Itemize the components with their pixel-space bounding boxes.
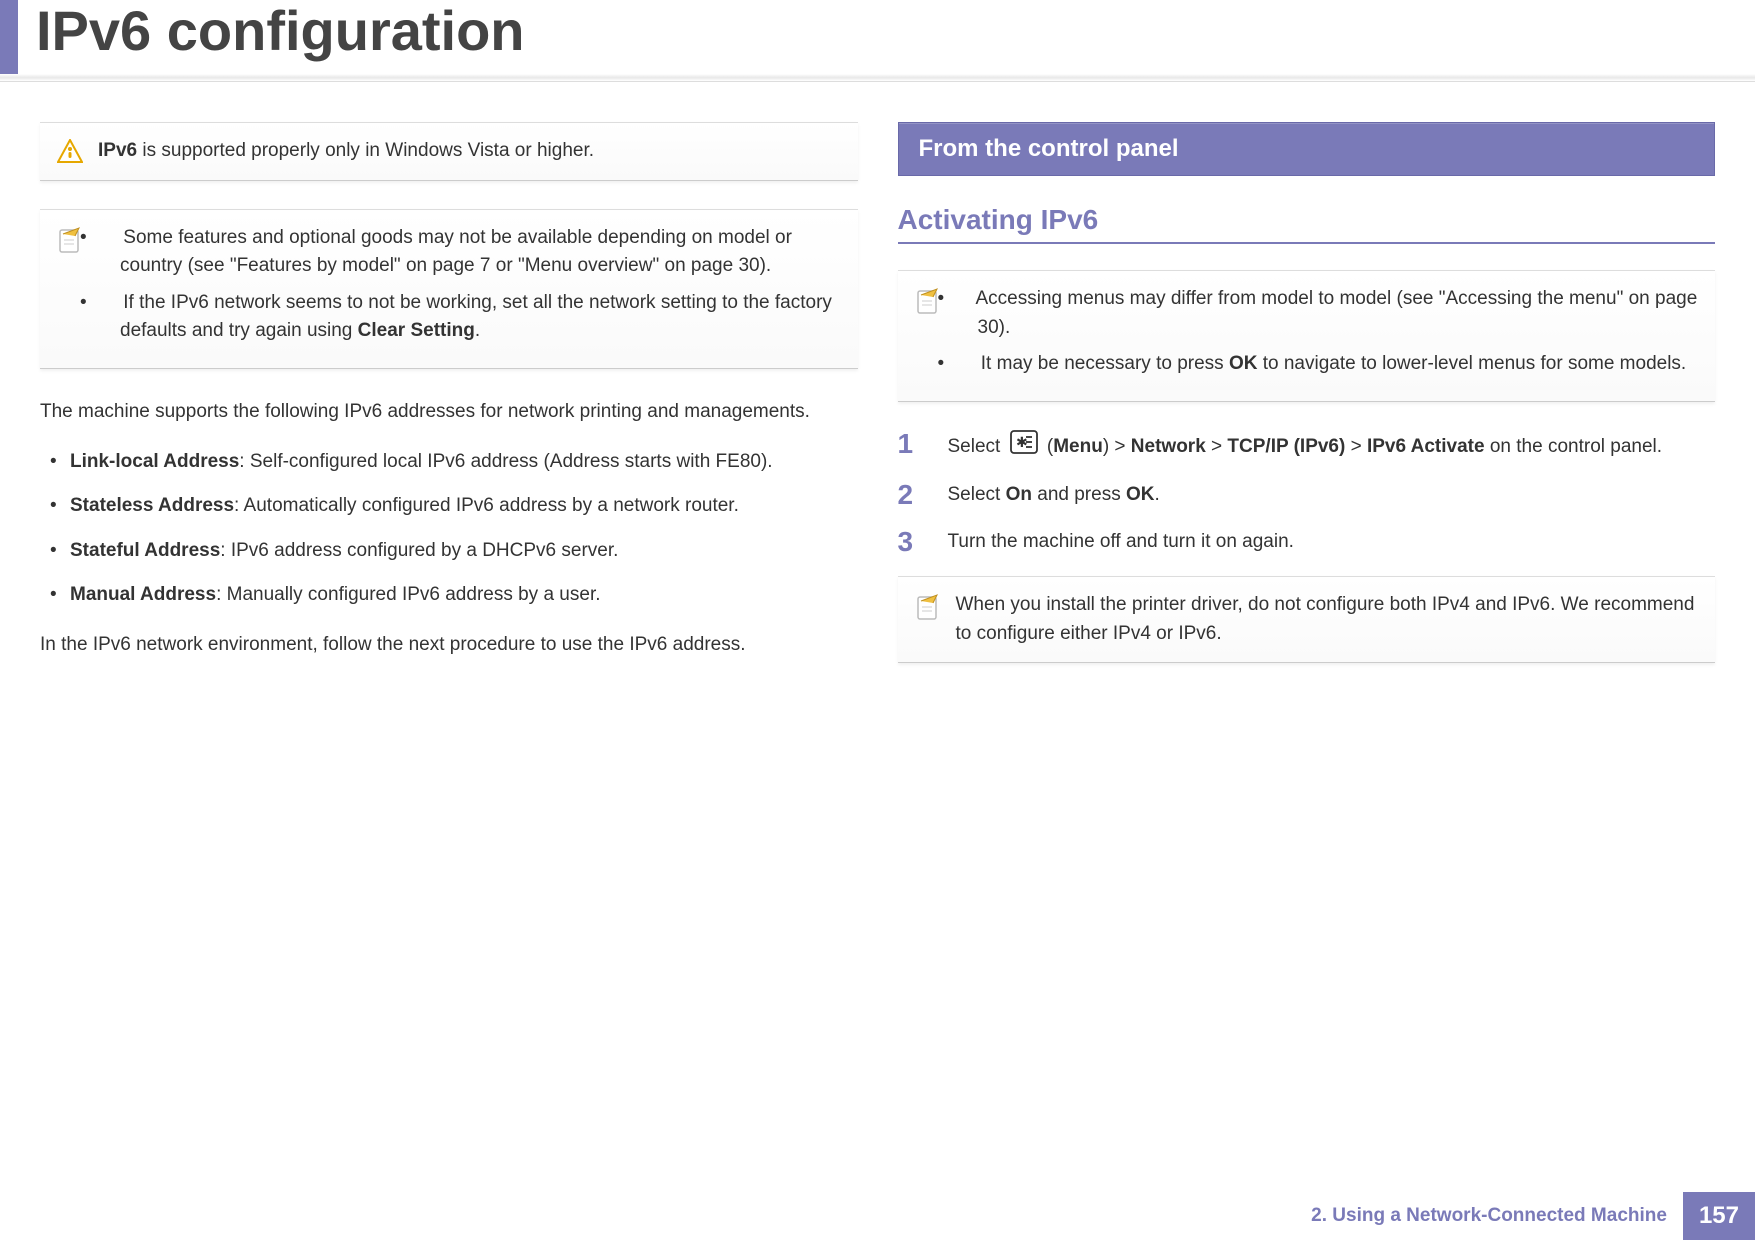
addr4-label: Manual Address xyxy=(70,584,216,605)
note1-b1-or: or xyxy=(496,255,513,276)
step1-activate: IPv6 Activate xyxy=(1367,435,1485,456)
note-callout-1: Some features and optional goods may not… xyxy=(40,209,858,369)
note1-b1-p2: "Menu overview" on page 30). xyxy=(513,255,772,276)
note2-b2-bold: OK xyxy=(1229,353,1258,374)
step2-p1: Select xyxy=(948,484,1006,505)
note3-body: When you install the printer driver, do … xyxy=(956,591,1700,648)
step-number-2: 2 xyxy=(898,481,928,509)
addr-linklocal: Link-local Address: Self-configured loca… xyxy=(40,440,858,485)
note1-b2-p2: . xyxy=(475,320,480,341)
addr1-label: Link-local Address xyxy=(70,451,239,472)
page-footer: 2. Using a Network-Connected Machine 157 xyxy=(1311,1192,1755,1240)
warning-callout: IPv6 is supported properly only in Windo… xyxy=(40,122,858,181)
step-number-3: 3 xyxy=(898,528,928,556)
header-accent-bar xyxy=(0,0,18,74)
note2-b2-p2: to navigate to lower-level menus for som… xyxy=(1257,353,1686,374)
note1-bullet2: If the IPv6 network seems to not be work… xyxy=(98,289,842,346)
note2-bullet1: Accessing menus may differ from model to… xyxy=(956,285,1700,342)
note-icon xyxy=(914,591,942,648)
note1-b2-bold: Clear Setting xyxy=(358,320,475,341)
step2-on: On xyxy=(1006,484,1032,505)
addr-stateless: Stateless Address: Automatically configu… xyxy=(40,484,858,529)
warning-text: IPv6 is supported properly only in Windo… xyxy=(98,137,842,166)
note1-bullet1: Some features and optional goods may not… xyxy=(98,224,842,281)
footer-chapter: 2. Using a Network-Connected Machine xyxy=(1311,1205,1683,1227)
menu-icon: ✱ xyxy=(1010,430,1038,464)
outro-paragraph: In the IPv6 network environment, follow … xyxy=(40,630,858,659)
steps-list: 1 Select ✱ (Menu) > Network > TCP/IP (IP… xyxy=(898,430,1716,557)
note2-body: Accessing menus may differ from model to… xyxy=(956,285,1700,387)
step1-pre: Select xyxy=(948,435,1006,456)
addr-stateful: Stateful Address: IPv6 address configure… xyxy=(40,529,858,574)
note2-b2-p1: It may be necessary to press xyxy=(981,353,1229,374)
note1-body: Some features and optional goods may not… xyxy=(98,224,842,354)
left-column: IPv6 is supported properly only in Windo… xyxy=(40,122,858,691)
step1-post: on the control panel. xyxy=(1485,435,1662,456)
step2-body: Select On and press OK. xyxy=(948,481,1716,510)
step1-gt1: > xyxy=(1109,435,1131,456)
section-heading-bar: From the control panel xyxy=(898,122,1716,176)
addr-manual: Manual Address: Manually configured IPv6… xyxy=(40,573,858,618)
step1-menu: Menu xyxy=(1053,435,1103,456)
step1-network: Network xyxy=(1131,435,1206,456)
page-number: 157 xyxy=(1683,1192,1755,1240)
page-title: IPv6 configuration xyxy=(18,0,525,62)
intro-paragraph: The machine supports the following IPv6 … xyxy=(40,397,858,426)
note-callout-2: Accessing menus may differ from model to… xyxy=(898,270,1716,402)
warning-icon xyxy=(56,137,84,166)
step3-body: Turn the machine off and turn it on agai… xyxy=(948,528,1716,557)
warning-rest: is supported properly only in Windows Vi… xyxy=(137,140,594,161)
step1-gt3: > xyxy=(1345,435,1367,456)
step1-body: Select ✱ (Menu) > Network > TCP/IP (IPv6… xyxy=(948,430,1716,464)
addr3-label: Stateful Address xyxy=(70,540,220,561)
address-list: Link-local Address: Self-configured loca… xyxy=(40,440,858,618)
step-1: 1 Select ✱ (Menu) > Network > TCP/IP (IP… xyxy=(898,430,1716,464)
step-3: 3 Turn the machine off and turn it on ag… xyxy=(898,528,1716,557)
svg-text:✱: ✱ xyxy=(1016,434,1028,450)
step-number-1: 1 xyxy=(898,430,928,458)
addr2-label: Stateless Address xyxy=(70,495,234,516)
step-2: 2 Select On and press OK. xyxy=(898,481,1716,510)
subheading-activating: Activating IPv6 xyxy=(898,204,1716,244)
step1-tcpip: TCP/IP (IPv6) xyxy=(1227,435,1345,456)
addr2-desc: : Automatically configured IPv6 address … xyxy=(234,495,739,516)
step2-p3: . xyxy=(1154,484,1159,505)
page-header: IPv6 configuration xyxy=(0,0,1755,74)
title-underline xyxy=(0,74,1755,82)
note2-bullet2: It may be necessary to press OK to navig… xyxy=(956,350,1700,379)
addr3-desc: : IPv6 address configured by a DHCPv6 se… xyxy=(220,540,618,561)
right-column: From the control panel Activating IPv6 A… xyxy=(898,122,1716,691)
content-columns: IPv6 is supported properly only in Windo… xyxy=(0,82,1755,691)
step2-ok: OK xyxy=(1126,484,1155,505)
note-callout-3: When you install the printer driver, do … xyxy=(898,576,1716,663)
addr4-desc: : Manually configured IPv6 address by a … xyxy=(216,584,600,605)
step2-p2: and press xyxy=(1032,484,1126,505)
step1-gt2: > xyxy=(1206,435,1228,456)
addr1-desc: : Self-configured local IPv6 address (Ad… xyxy=(239,451,772,472)
warning-ipv6-bold: IPv6 xyxy=(98,140,137,161)
